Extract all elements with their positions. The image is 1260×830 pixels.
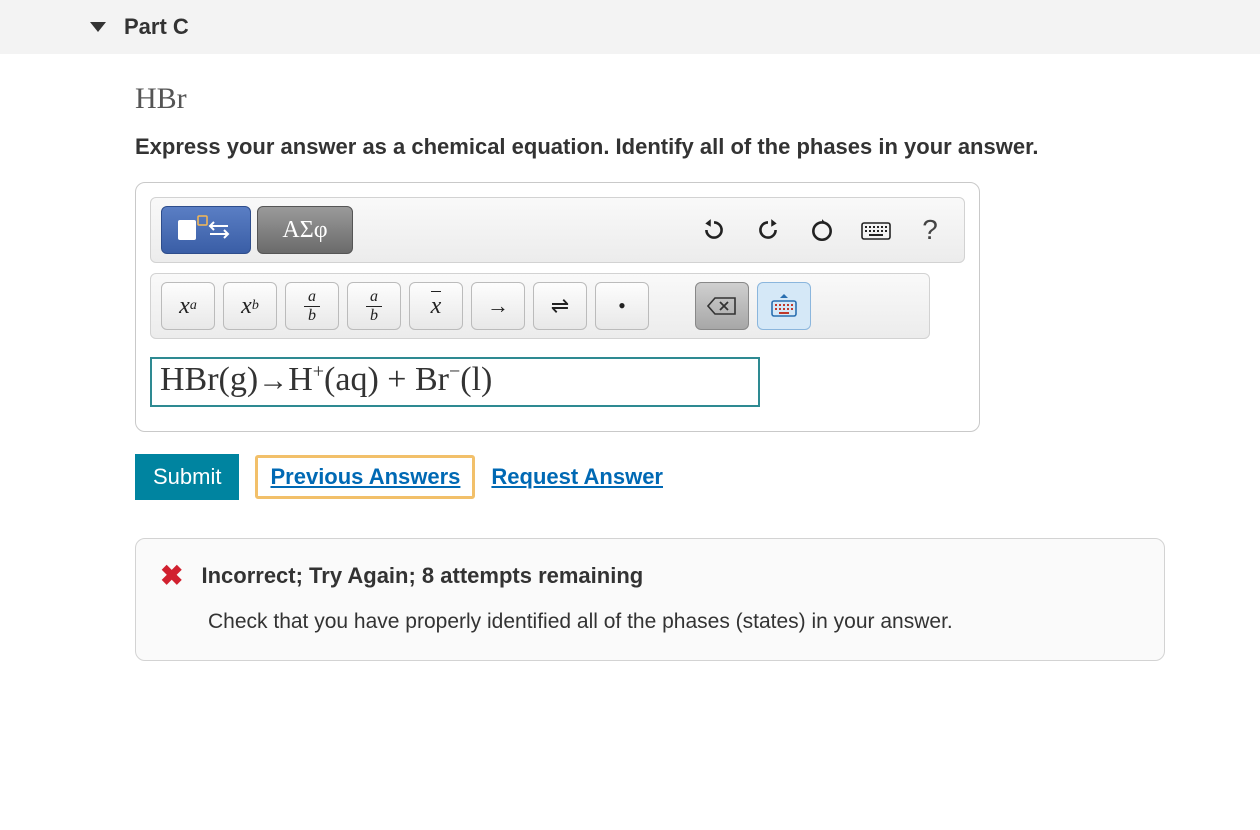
feedback-box: ✖ Incorrect; Try Again; 8 attempts remai… (135, 538, 1165, 661)
editor-toolbar-primary: ΑΣφ ? (150, 197, 965, 263)
stacked-fraction-button[interactable]: ab (285, 282, 339, 330)
xbar-button[interactable]: x (409, 282, 463, 330)
incorrect-icon: ✖ (160, 559, 183, 592)
request-answer-link[interactable]: Request Answer (491, 464, 663, 490)
answer-input[interactable]: HBr(g)→H+(aq) + Br−(l) (150, 357, 760, 407)
reset-button[interactable] (798, 206, 846, 254)
fraction-button[interactable]: ab (347, 282, 401, 330)
previous-answers-link[interactable]: Previous Answers (255, 455, 475, 499)
superscript-button[interactable]: xa (161, 282, 215, 330)
help-button[interactable]: ? (906, 206, 954, 254)
virtual-keyboard-button[interactable] (757, 282, 811, 330)
caret-down-icon (90, 22, 106, 32)
btn-label: x (241, 293, 252, 320)
answer-equation: HBr(g)→H+(aq) + Br−(l) (160, 361, 492, 398)
part-header[interactable]: Part C (0, 0, 1260, 54)
backspace-button[interactable] (695, 282, 749, 330)
undo-button[interactable] (690, 206, 738, 254)
dot-button[interactable]: • (595, 282, 649, 330)
submit-button[interactable]: Submit (135, 454, 239, 500)
btn-exp: a (190, 298, 197, 314)
feedback-title: Incorrect; Try Again; 8 attempts remaini… (201, 563, 643, 589)
keyboard-button[interactable] (852, 206, 900, 254)
equation-editor: ΑΣφ ? (135, 182, 980, 432)
templates-button[interactable] (161, 206, 251, 254)
greek-letters-button[interactable]: ΑΣφ (257, 206, 353, 254)
instruction-text: Express your answer as a chemical equati… (135, 134, 1200, 160)
editor-toolbar-math: xa xb ab ab x → ⇌ (150, 273, 930, 339)
feedback-body: Check that you have properly identified … (208, 610, 1140, 634)
equilibrium-arrow-button[interactable]: ⇌ (533, 282, 587, 330)
right-arrow-button[interactable]: → (471, 282, 525, 330)
compound-label: HBr (135, 82, 1200, 116)
action-bar: Submit Previous Answers Request Answer (135, 454, 1200, 500)
btn-label: x (179, 293, 190, 320)
part-title: Part C (124, 14, 189, 40)
redo-button[interactable] (744, 206, 792, 254)
subscript-button[interactable]: xb (223, 282, 277, 330)
btn-sub: b (252, 298, 259, 314)
